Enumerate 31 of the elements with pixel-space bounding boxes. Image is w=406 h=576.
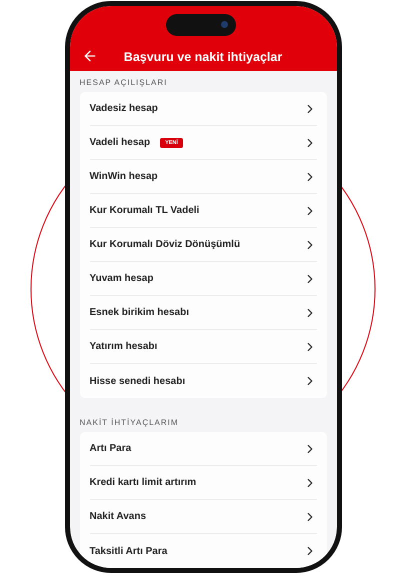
menu-item-label: Vadesiz hesap — [90, 103, 158, 114]
menu-item-label: Kur Korumalı TL Vadeli — [90, 205, 200, 216]
menu-item[interactable]: Nakit Avans — [90, 500, 316, 534]
camera-notch — [166, 14, 236, 36]
menu-item[interactable]: Artı Para — [90, 432, 316, 466]
menu-item[interactable]: Kur Korumalı Döviz Dönüşümlü — [90, 228, 316, 262]
screen-title: Başvuru ve nakit ihtiyaçlar — [122, 50, 284, 64]
menu-item[interactable]: Taksitli Artı Para — [90, 534, 316, 568]
menu-item-label: Nakit Avans — [90, 511, 146, 522]
menu-item-label: Kur Korumalı Döviz Dönüşümlü — [90, 239, 240, 250]
menu-item-label: Hisse senedi hesabı — [90, 376, 186, 386]
menu-item[interactable]: Kredi kartı limit artırım — [90, 466, 316, 500]
menu-item[interactable]: Kur Korumalı TL Vadeli — [90, 194, 316, 228]
menu-item-label: Yuvam hesap — [90, 273, 154, 284]
menu-item[interactable]: Hisse senedi hesabı — [90, 364, 316, 398]
section-heading: HESAP AÇILIŞLARI — [78, 77, 168, 89]
menu-item[interactable]: Vadesiz hesap — [90, 92, 316, 126]
back-button[interactable] — [82, 48, 98, 64]
menu-item-label: Vadeli hesap — [90, 137, 150, 148]
back-arrow-icon — [82, 48, 98, 64]
menu-item[interactable]: Esnek birikim hesabı — [90, 296, 316, 330]
menu-item-label: Esnek birikim hesabı — [90, 307, 189, 318]
menu-item[interactable]: WinWin hesap — [90, 160, 316, 194]
menu-item-label: WinWin hesap — [90, 171, 158, 182]
menu-item[interactable]: Yuvam hesap — [90, 262, 316, 296]
section-heading: NAKİT İHTİYAÇLARIM — [78, 417, 180, 429]
menu-item-label: Yatırım hesabı — [90, 341, 158, 352]
menu-item-label: Kredi kartı limit artırım — [90, 477, 196, 488]
menu-item-label: Taksitli Artı Para — [90, 546, 168, 556]
menu-item-label: Artı Para — [90, 443, 132, 454]
menu-item[interactable]: Yatırım hesabı — [90, 330, 316, 364]
